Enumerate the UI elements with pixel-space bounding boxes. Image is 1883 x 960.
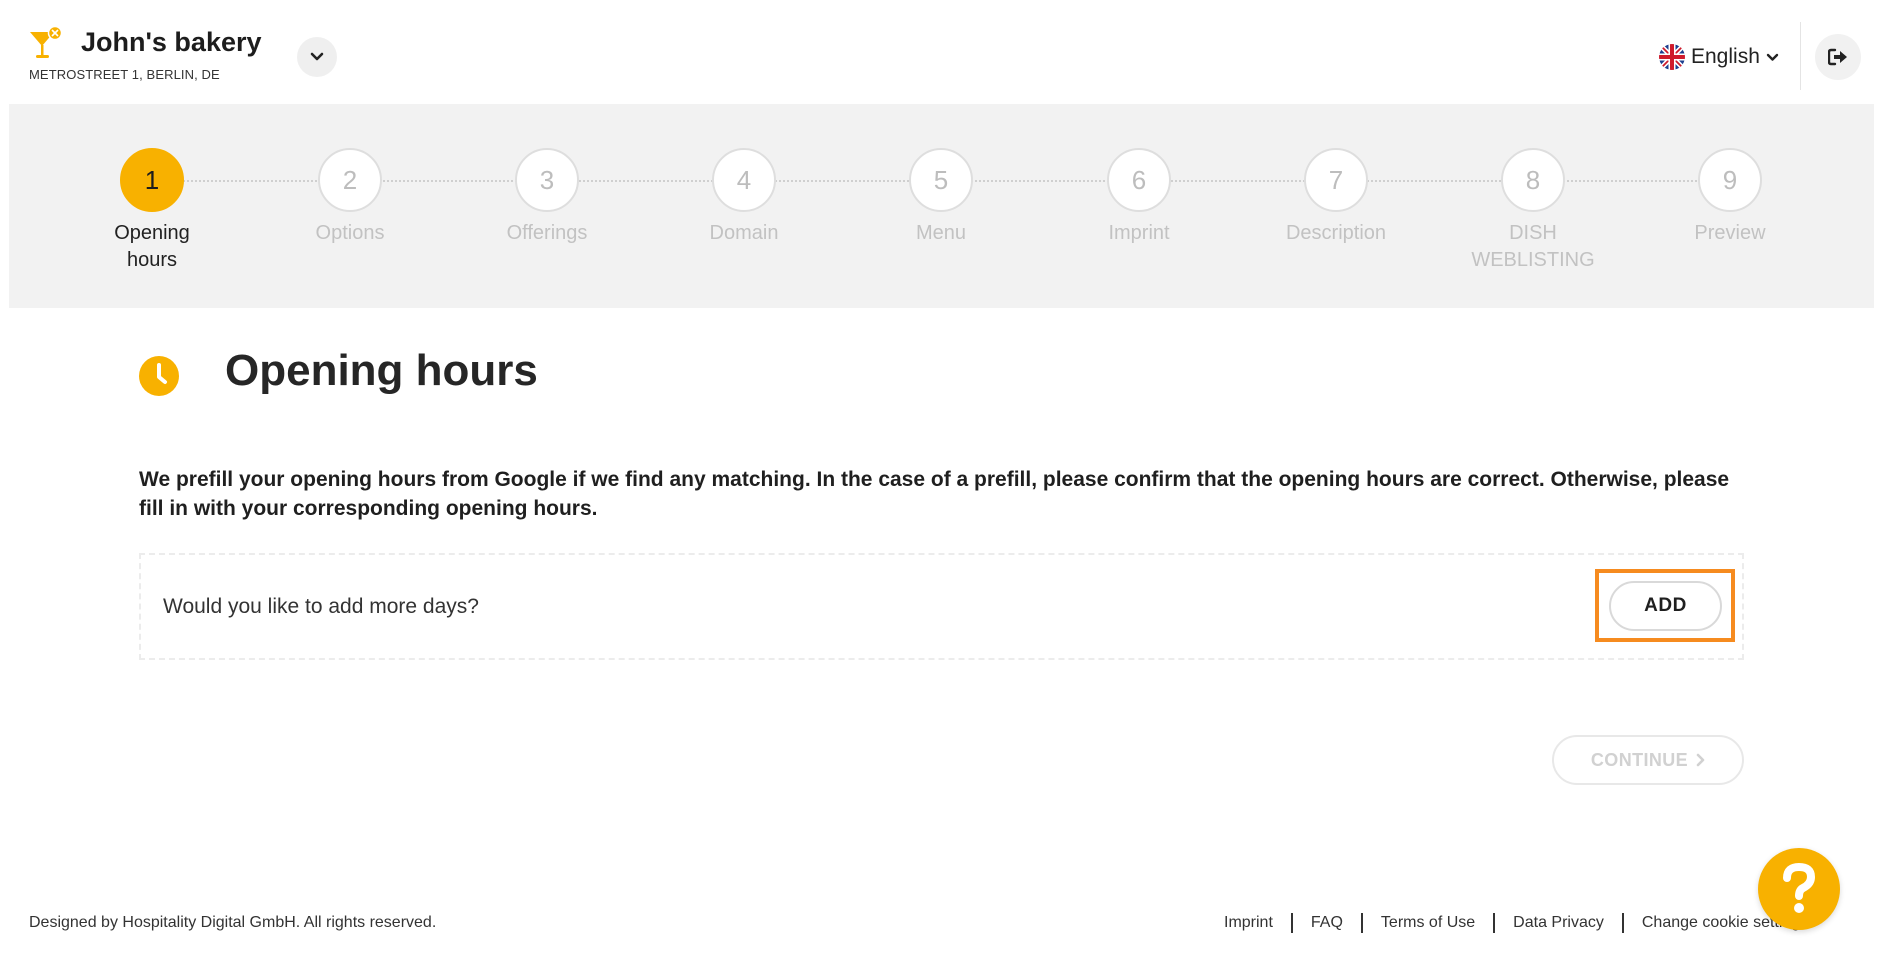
step-number: 1 <box>120 148 184 212</box>
step-6[interactable]: 6 Imprint <box>1059 148 1219 247</box>
step-number: 6 <box>1107 148 1171 212</box>
step-label: Imprint <box>1108 222 1170 244</box>
add-days-panel: Would you like to add more days? <box>139 553 1744 660</box>
footer-link-faq[interactable]: FAQ <box>1311 914 1343 932</box>
step-8[interactable]: 8 DISH WEBLISTING <box>1453 148 1613 274</box>
step-label: Menu <box>915 222 967 244</box>
header-divider <box>1800 22 1801 90</box>
uk-flag-icon <box>1659 44 1685 70</box>
continue-label: CONTINUE <box>1590 749 1689 770</box>
footer-link-privacy[interactable]: Data Privacy <box>1513 914 1604 932</box>
brand-address: METROSTREET 1, BERLIN, DE <box>29 67 220 82</box>
header: John's bakery METROSTREET 1, BERLIN, DE … <box>0 0 1883 104</box>
step-number: 7 <box>1304 148 1368 212</box>
step-label: DISH WEBLISTING <box>1471 222 1595 271</box>
step-label: Domain <box>709 222 779 244</box>
sign-out-icon <box>1828 48 1847 66</box>
step-3[interactable]: 3 Offerings <box>467 148 627 247</box>
step-9[interactable]: 9 Preview <box>1650 148 1810 247</box>
cocktail-logo-icon <box>30 26 63 58</box>
language-selector[interactable]: English <box>1659 40 1779 74</box>
step-1[interactable]: 1 Opening hours <box>72 148 232 274</box>
store-dropdown-button[interactable] <box>297 37 337 77</box>
step-label: Options <box>315 222 385 244</box>
help-button[interactable] <box>1758 848 1840 930</box>
footer-link-terms[interactable]: Terms of Use <box>1381 914 1475 932</box>
language-label: English <box>1691 45 1760 68</box>
step-4[interactable]: 4 Domain <box>664 148 824 247</box>
step-number: 3 <box>515 148 579 212</box>
progress-stepper: 1 Opening hours 2 Options 3 Offerings 4 … <box>9 104 1874 308</box>
page-title: Opening hours <box>225 346 538 395</box>
brand-name: John's bakery <box>81 27 262 57</box>
step-label: Description <box>1285 222 1387 244</box>
step-label: Offerings <box>506 222 588 244</box>
chevron-down-icon <box>1766 53 1779 61</box>
step-number: 2 <box>318 148 382 212</box>
chevron-down-icon <box>310 52 324 61</box>
footer-separator <box>1621 913 1624 933</box>
clock-icon <box>139 356 179 396</box>
footer-link-imprint[interactable]: Imprint <box>1224 914 1273 932</box>
footer-separator <box>1290 913 1293 933</box>
continue-button[interactable]: CONTINUE <box>1552 735 1744 785</box>
footer-copyright: Designed by Hospitality Digital GmbH. Al… <box>29 914 437 931</box>
add-days-button[interactable]: ADD <box>1609 581 1722 631</box>
step-number: 4 <box>712 148 776 212</box>
step-label: Opening hours <box>114 222 190 271</box>
step-number: 5 <box>909 148 973 212</box>
step-5[interactable]: 5 Menu <box>861 148 1021 247</box>
step-2[interactable]: 2 Options <box>270 148 430 247</box>
question-mark-icon <box>1783 863 1816 913</box>
chevron-right-icon <box>1696 753 1705 767</box>
step-label: Preview <box>1694 222 1766 244</box>
logout-button[interactable] <box>1815 34 1861 80</box>
add-days-question: Would you like to add more days? <box>163 595 479 618</box>
step-number: 8 <box>1501 148 1565 212</box>
intro-text: We prefill your opening hours from Googl… <box>139 468 1730 520</box>
footer-separator <box>1360 913 1363 933</box>
step-number: 9 <box>1698 148 1762 212</box>
footer-links: Imprint FAQ Terms of Use Data Privacy Ch… <box>1224 913 1808 933</box>
footer-separator <box>1493 913 1496 933</box>
step-7[interactable]: 7 Description <box>1256 148 1416 247</box>
